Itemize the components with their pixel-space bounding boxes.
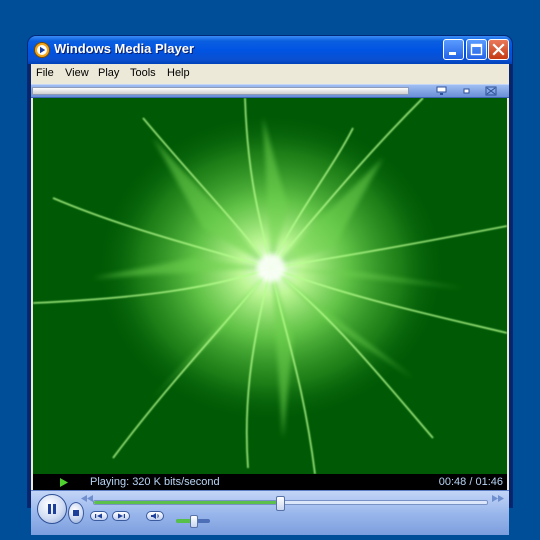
player-body: File View Play Tools Help Playing: 320 K… [31,64,509,535]
time-display: 00:48 / 01:46 [438,476,503,488]
visualization-area[interactable] [33,98,507,474]
menu-bar: File View Play Tools Help [31,64,509,84]
seek-bar-fill [94,501,279,504]
visualization-graphic [33,98,507,474]
maximize-icon [470,43,483,56]
compact-icon[interactable] [460,86,474,96]
fast-forward-icon [492,495,504,502]
volume-slider[interactable] [176,515,210,528]
close-icon [492,43,505,56]
next-icon [118,513,125,519]
buffer-progress-bar [32,87,409,95]
playback-controls [31,490,509,535]
maximize-button[interactable] [466,39,487,60]
menu-play[interactable]: Play [98,67,119,79]
mute-icon [151,513,159,519]
title-bar[interactable]: Windows Media Player [28,36,512,64]
play-indicator-icon [60,478,68,487]
menu-file[interactable]: File [36,67,54,79]
fullscreen-icon[interactable] [484,86,498,96]
player-taskbar [31,84,509,98]
minimize-icon [449,52,456,55]
status-bar: Playing: 320 K bits/second 00:48 / 01:46 [33,474,507,490]
mute-button[interactable] [146,511,164,521]
now-playing-icon[interactable] [435,86,449,96]
previous-icon [95,513,102,519]
rewind-icon [81,495,93,502]
close-button[interactable] [488,39,509,60]
previous-button[interactable] [90,511,108,521]
stop-button[interactable] [68,502,84,524]
media-player-window: Windows Media Player File View Play Tool… [28,36,512,535]
seek-thumb[interactable] [275,496,285,511]
media-player-icon [34,42,50,58]
next-button[interactable] [112,511,130,521]
volume-thumb[interactable] [190,515,198,528]
pause-button[interactable] [37,494,67,524]
menu-help[interactable]: Help [167,67,190,79]
pause-icon [48,504,56,514]
status-text: Playing: 320 K bits/second [90,476,220,488]
stop-icon [73,510,79,516]
minimize-button[interactable] [443,39,464,60]
seek-bar[interactable] [93,496,488,511]
menu-view[interactable]: View [65,67,89,79]
window-title: Windows Media Player [54,41,195,56]
menu-tools[interactable]: Tools [130,67,156,79]
